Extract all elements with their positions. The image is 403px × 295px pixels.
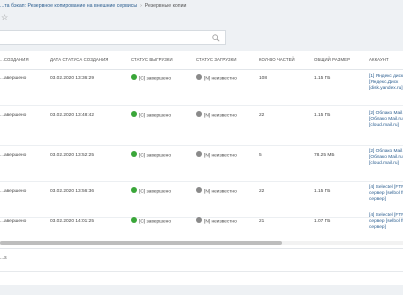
status-success-icon — [131, 111, 137, 117]
table-footer: ...s — [0, 248, 403, 295]
creation-status-cell: ...авершено — [0, 189, 27, 194]
table-row[interactable]: ...авершено 03.02.2020 13:48:42 [С] заве… — [0, 105, 403, 146]
status-date-cell: 03.02.2020 13:36:29 — [50, 76, 95, 81]
download-status-cell: [N] неизвестно — [196, 187, 237, 195]
table-row[interactable]: ...авершено 03.02.2020 13:52:25 [С] заве… — [0, 145, 403, 182]
footer-text: ...s — [0, 255, 7, 261]
breadcrumb: ...та бэкап: Резервное копирование на вн… — [0, 3, 186, 13]
download-status-cell: [N] неизвестно — [196, 111, 237, 119]
horizontal-scrollbar[interactable] — [0, 241, 403, 245]
status-date-cell: 03.02.2020 13:56:36 — [50, 189, 95, 194]
status-success-icon — [131, 187, 137, 193]
creation-status-cell: ...авершено — [0, 76, 27, 81]
upload-status-cell: [С] завершено — [131, 111, 171, 119]
upload-status-cell: [С] завершено — [131, 151, 171, 159]
breadcrumb-item-section[interactable]: ...та бэкап: Резервное копирование на вн… — [0, 3, 137, 9]
parts-cell: 22 — [259, 113, 265, 118]
status-success-icon — [131, 217, 137, 223]
status-success-icon — [131, 74, 137, 80]
size-cell: 1.07 ГБ — [314, 219, 331, 224]
creation-status-cell: ...авершено — [0, 219, 27, 224]
upload-status-cell: [С] завершено — [131, 217, 171, 225]
status-date-cell: 03.02.2020 13:48:42 — [50, 113, 95, 118]
parts-cell: 5 — [259, 153, 262, 158]
status-unknown-icon — [196, 74, 202, 80]
table-row[interactable]: ...авершено 03.02.2020 14:01:25 [С] заве… — [0, 213, 403, 241]
table-header: ...СОЗДАНИЯ ДАТА СТАТУСА СОЗДАНИЯ СТАТУС… — [0, 51, 403, 70]
account-link[interactable]: [4] Selectel [FTP сервер [selbol ftp сер… — [369, 213, 403, 231]
size-cell: 1.15 ГБ — [314, 189, 331, 194]
creation-status-cell: ...авершено — [0, 153, 27, 158]
status-unknown-icon — [196, 111, 202, 117]
column-header-parts[interactable]: КОЛ-ВО ЧАСТЕЙ — [259, 57, 295, 62]
status-unknown-icon — [196, 187, 202, 193]
creation-status-cell: ...авершено — [0, 113, 27, 118]
size-cell: 78.25 МБ — [314, 153, 335, 158]
parts-cell: 22 — [259, 189, 265, 194]
status-date-cell: 03.02.2020 13:52:25 — [50, 153, 95, 158]
scrollbar-thumb[interactable] — [0, 241, 282, 245]
size-cell: 1.15 ГБ — [314, 76, 331, 81]
breadcrumb-item-current[interactable]: Резервные копии — [145, 3, 187, 9]
column-header-creation-status[interactable]: ...СОЗДАНИЯ — [0, 57, 29, 62]
table-row[interactable]: ...авершено 03.02.2020 13:36:29 [С] заве… — [0, 69, 403, 106]
table-row[interactable]: ...авершено 03.02.2020 13:56:36 [С] заве… — [0, 181, 403, 218]
parts-cell: 21 — [259, 219, 265, 224]
status-date-cell: 03.02.2020 14:01:25 — [50, 219, 95, 224]
account-link[interactable]: [2] Облако Mail.ru [Облако Mail.ru [clou… — [369, 111, 403, 129]
download-status-cell: [N] неизвестно — [196, 74, 237, 82]
upload-status-cell: [С] завершено — [131, 187, 171, 195]
column-header-download-status[interactable]: СТАТУС ЗАГРУЗКИ — [196, 57, 237, 62]
account-link[interactable]: [1] Яндекс диск [Яндекс.Диск [disk.yande… — [369, 74, 403, 92]
column-header-status-date[interactable]: ДАТА СТАТУСА СОЗДАНИЯ — [50, 57, 109, 62]
backups-table: ...СОЗДАНИЯ ДАТА СТАТУСА СОЗДАНИЯ СТАТУС… — [0, 51, 403, 248]
status-unknown-icon — [196, 217, 202, 223]
star-icon[interactable]: ☆ — [1, 13, 8, 23]
account-link[interactable]: [2] Облако Mail.ru [Облако Mail.ru [clou… — [369, 149, 403, 167]
column-header-account[interactable]: АККАУНТ — [369, 57, 389, 62]
status-unknown-icon — [196, 151, 202, 157]
size-cell: 1.15 ГБ — [314, 113, 331, 118]
upload-status-cell: [С] завершено — [131, 74, 171, 82]
download-status-cell: [N] неизвестно — [196, 217, 237, 225]
search-icon[interactable] — [212, 34, 220, 42]
account-link[interactable]: [4] Selectel [FTP сервер [selbol ftp сер… — [369, 185, 403, 203]
parts-cell: 108 — [259, 76, 268, 81]
divider — [0, 271, 403, 272]
download-status-cell: [N] неизвестно — [196, 151, 237, 159]
breadcrumb-separator: › — [140, 3, 142, 9]
column-header-upload-status[interactable]: СТАТУС ВЫГРУЗКИ — [131, 57, 173, 62]
column-header-total-size[interactable]: ОБЩИЙ РАЗМЕР — [314, 57, 350, 62]
search-input[interactable] — [0, 30, 226, 45]
status-success-icon — [131, 151, 137, 157]
